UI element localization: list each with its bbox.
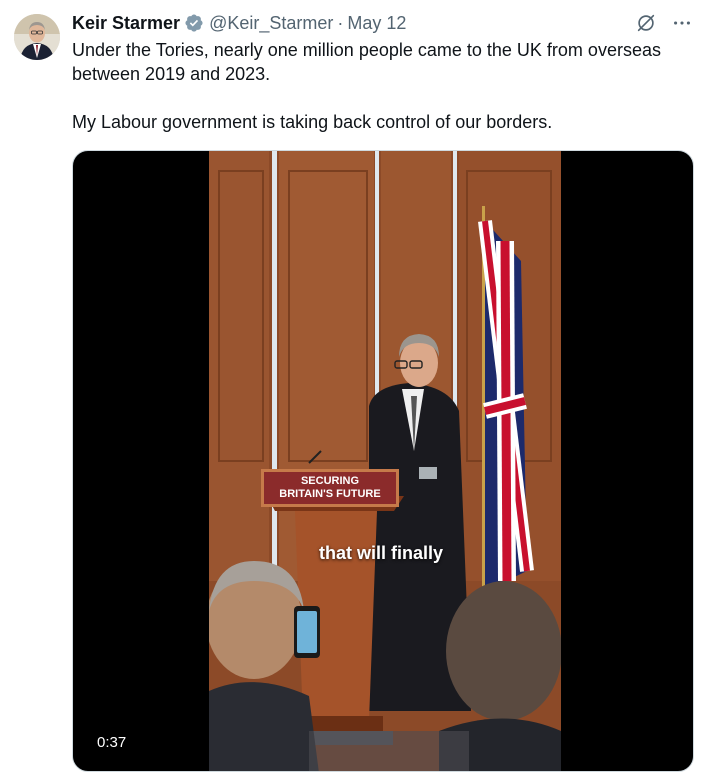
avatar[interactable]	[14, 14, 60, 60]
more-icon[interactable]	[671, 12, 693, 34]
grok-icon[interactable]	[635, 12, 657, 34]
video-caption: that will finally	[319, 543, 444, 563]
verified-badge-icon[interactable]	[184, 13, 204, 33]
author-name[interactable]: Keir Starmer	[72, 13, 180, 34]
video-frame[interactable]: SECURING BRITAIN'S FUTURE that will fina…	[209, 151, 561, 771]
tweet[interactable]: Keir Starmer @Keir_Starmer · May 12 Unde…	[0, 0, 721, 780]
video-timecode: 0:37	[97, 734, 127, 751]
podium-sign-line-1: SECURING	[300, 475, 360, 487]
avatar-image	[14, 14, 60, 60]
video-player[interactable]: SECURING BRITAIN'S FUTURE that will fina…	[72, 150, 694, 772]
tweet-header: Keir Starmer @Keir_Starmer · May 12	[72, 12, 406, 34]
video-still	[209, 151, 561, 771]
tweet-text: Under the Tories, nearly one million peo…	[72, 38, 692, 134]
tweet-paragraph-1: Under the Tories, nearly one million peo…	[72, 40, 661, 84]
tweet-date[interactable]: May 12	[347, 13, 406, 34]
author-handle[interactable]: @Keir_Starmer	[209, 13, 333, 34]
podium-sign-line-2: BRITAIN'S FUTURE	[279, 488, 381, 500]
tweet-actions	[635, 12, 693, 34]
separator-dot: ·	[337, 12, 344, 33]
podium-sign: SECURING BRITAIN'S FUTURE	[261, 469, 399, 507]
tweet-paragraph-2: My Labour government is taking back cont…	[72, 112, 553, 132]
